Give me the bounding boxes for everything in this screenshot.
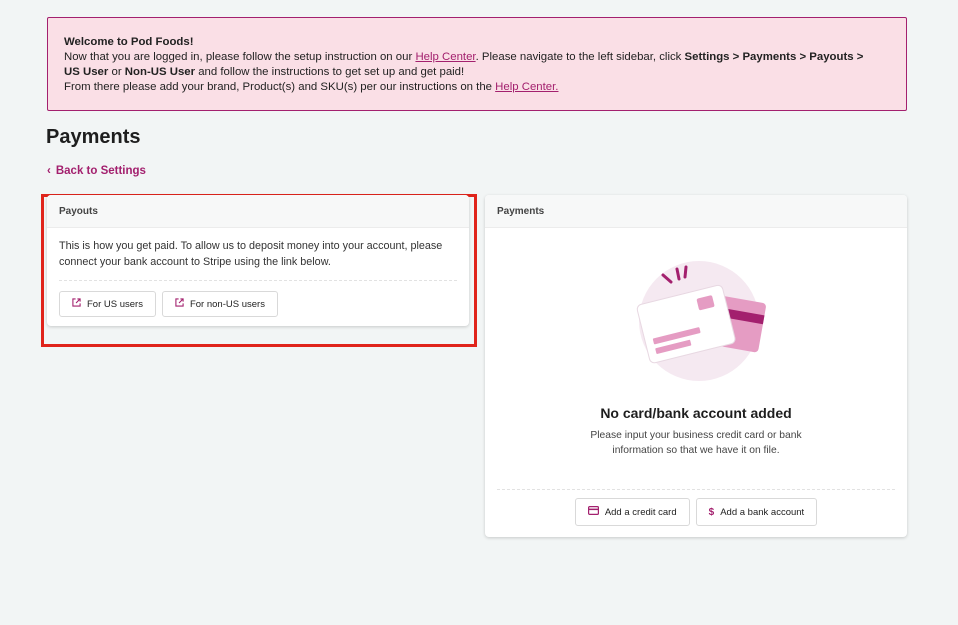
dollar-icon: $ [708, 506, 715, 518]
banner-line-3: From there please add your brand, Produc… [64, 80, 890, 95]
add-bank-account-button[interactable]: $ Add a bank account [695, 498, 818, 526]
add-credit-card-label: Add a credit card [604, 506, 677, 518]
help-center-link[interactable]: Help Center [415, 51, 475, 63]
add-credit-card-button[interactable]: Add a credit card [574, 498, 690, 526]
banner-line-2: US User or Non-US User and follow the in… [64, 65, 890, 80]
for-us-users-label: For US users [87, 298, 143, 310]
payments-card: Payments No card/bank account added Plea… [485, 195, 907, 537]
back-link-label: Back to Settings [55, 165, 146, 177]
external-link-icon [175, 298, 184, 310]
banner-text: . Please navigate to the left sidebar, c… [475, 51, 685, 63]
banner-text: or [108, 66, 125, 78]
payouts-button-row: For US users For non-US users [47, 281, 469, 327]
back-to-settings-link[interactable]: ‹ Back to Settings [47, 165, 146, 177]
credit-card-icon [587, 506, 599, 518]
banner-text: Now that you are logged in, please follo… [64, 51, 416, 63]
for-non-us-users-label: For non-US users [189, 298, 265, 310]
credit-card-illustration [631, 257, 771, 392]
payments-card-header: Payments [485, 195, 907, 228]
help-center-link-2[interactable]: Help Center. [495, 81, 558, 93]
for-non-us-users-button[interactable]: For non-US users [161, 291, 278, 317]
banner-us-user: US User [64, 66, 109, 78]
for-us-users-button[interactable]: For US users [59, 291, 156, 317]
empty-state-title: No card/bank account added [600, 405, 792, 421]
welcome-banner: Welcome to Pod Foods! Now that you are l… [47, 17, 907, 111]
banner-text: and follow the instructions to get set u… [195, 66, 465, 78]
payouts-card: Payouts This is how you get paid. To all… [47, 195, 469, 326]
payouts-card-header: Payouts [47, 195, 469, 228]
payouts-description: This is how you get paid. To allow us to… [59, 228, 457, 281]
add-bank-account-label: Add a bank account [720, 506, 805, 518]
payments-button-row: Add a credit card $ Add a bank account [485, 498, 907, 526]
chevron-left-icon: ‹ [47, 165, 51, 177]
banner-line-1: Now that you are logged in, please follo… [64, 50, 890, 65]
banner-text: From there please add your brand, Produc… [64, 81, 496, 93]
banner-non-us-user: Non-US User [124, 66, 196, 78]
external-link-icon [72, 298, 81, 310]
empty-state-description: Please input your business credit card o… [590, 430, 802, 456]
banner-nav-path: Settings > Payments > Payouts > [684, 51, 864, 63]
banner-title: Welcome to Pod Foods! [64, 36, 194, 48]
payments-divider [497, 489, 895, 490]
page-title: Payments [46, 126, 141, 148]
